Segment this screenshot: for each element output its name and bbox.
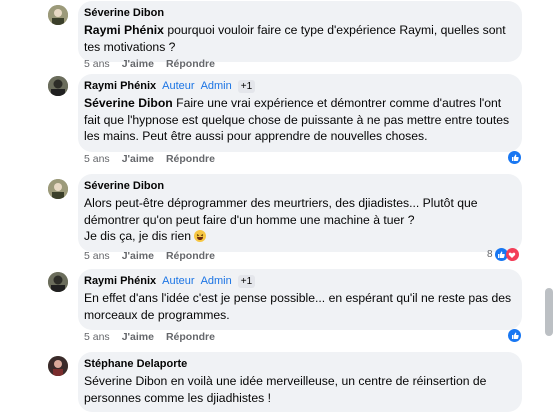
comment-time[interactable]: 5 ans [84,250,110,262]
reactions[interactable] [508,151,521,164]
comment-text: Séverine Dibon Faire une vrai expérience… [84,95,512,145]
reply-button[interactable]: Répondre [166,250,215,262]
reply-button[interactable]: Répondre [166,331,215,343]
comment-text: Alors peut-être déprogrammer des meurtri… [84,195,512,245]
comment-author[interactable]: Raymi Phénix [84,274,156,288]
avatar[interactable] [48,5,68,25]
reactions[interactable] [508,329,521,342]
avatar[interactable] [48,179,68,199]
laughing-emoji-icon [194,230,207,242]
like-button[interactable]: J'aime [122,58,154,70]
author-badge: Auteur [162,275,195,287]
like-button[interactable]: J'aime [122,331,154,343]
comment-body: Alors peut-être déprogrammer des meurtri… [84,196,478,227]
comment-author[interactable]: Raymi Phénix [84,79,156,93]
comment-actions: 5 ans J'aime Répondre [84,153,215,165]
comment-author[interactable]: Séverine Dibon [84,179,164,193]
comment-actions: 5 ans J'aime Répondre [84,331,215,343]
scrollbar-thumb[interactable] [545,288,553,336]
comment-bubble: Séverine Dibon Raymi Phénix pourquoi vou… [78,1,522,62]
comment-time[interactable]: 5 ans [84,153,110,165]
avatar[interactable] [48,76,68,96]
comment-bubble: Raymi Phénix Auteur Admin +1 En effet d'… [78,269,522,330]
reaction-count: 8 [487,249,493,260]
reply-button[interactable]: Répondre [166,58,215,70]
admin-badge: Admin [200,275,232,287]
comment-author[interactable]: Séverine Dibon [84,6,164,20]
like-icon [508,151,521,164]
like-button[interactable]: J'aime [122,153,154,165]
avatar[interactable] [48,356,68,376]
comment-text: Séverine Dibon en voilà une idée merveil… [84,373,512,406]
comment-time[interactable]: 5 ans [84,331,110,343]
comment-bubble: Stéphane Delaporte Séverine Dibon en voi… [78,352,522,412]
mention-link[interactable]: Raymi Phénix [84,23,164,37]
comment-actions: 5 ans J'aime Répondre [84,250,215,262]
more-badges[interactable]: +1 [237,274,256,288]
mention-link[interactable]: Séverine Dibon [84,96,173,110]
reactions[interactable]: 8 [487,248,519,261]
love-icon [505,248,519,261]
comment-time[interactable]: 5 ans [84,58,110,70]
comment-bubble: Raymi Phénix Auteur Admin +1 Séverine Di… [78,74,522,152]
reply-button[interactable]: Répondre [166,153,215,165]
admin-badge: Admin [200,80,232,92]
more-badges[interactable]: +1 [237,79,256,93]
comment-body-2: Je dis ça, je dis rien [84,229,192,243]
like-button[interactable]: J'aime [122,250,154,262]
comment-text: Raymi Phénix pourquoi vouloir faire ce t… [84,22,512,55]
comment-actions: 5 ans J'aime Répondre [84,58,215,70]
comment-author[interactable]: Stéphane Delaporte [84,357,187,371]
avatar[interactable] [48,272,68,292]
author-badge: Auteur [162,80,195,92]
comment-bubble: Séverine Dibon Alors peut-être déprogram… [78,174,522,252]
mention-link[interactable]: Séverine Dibon [84,374,167,388]
like-icon [508,329,521,342]
comment-text: En effet d'ans l'idée c'est je pense pos… [84,291,512,322]
